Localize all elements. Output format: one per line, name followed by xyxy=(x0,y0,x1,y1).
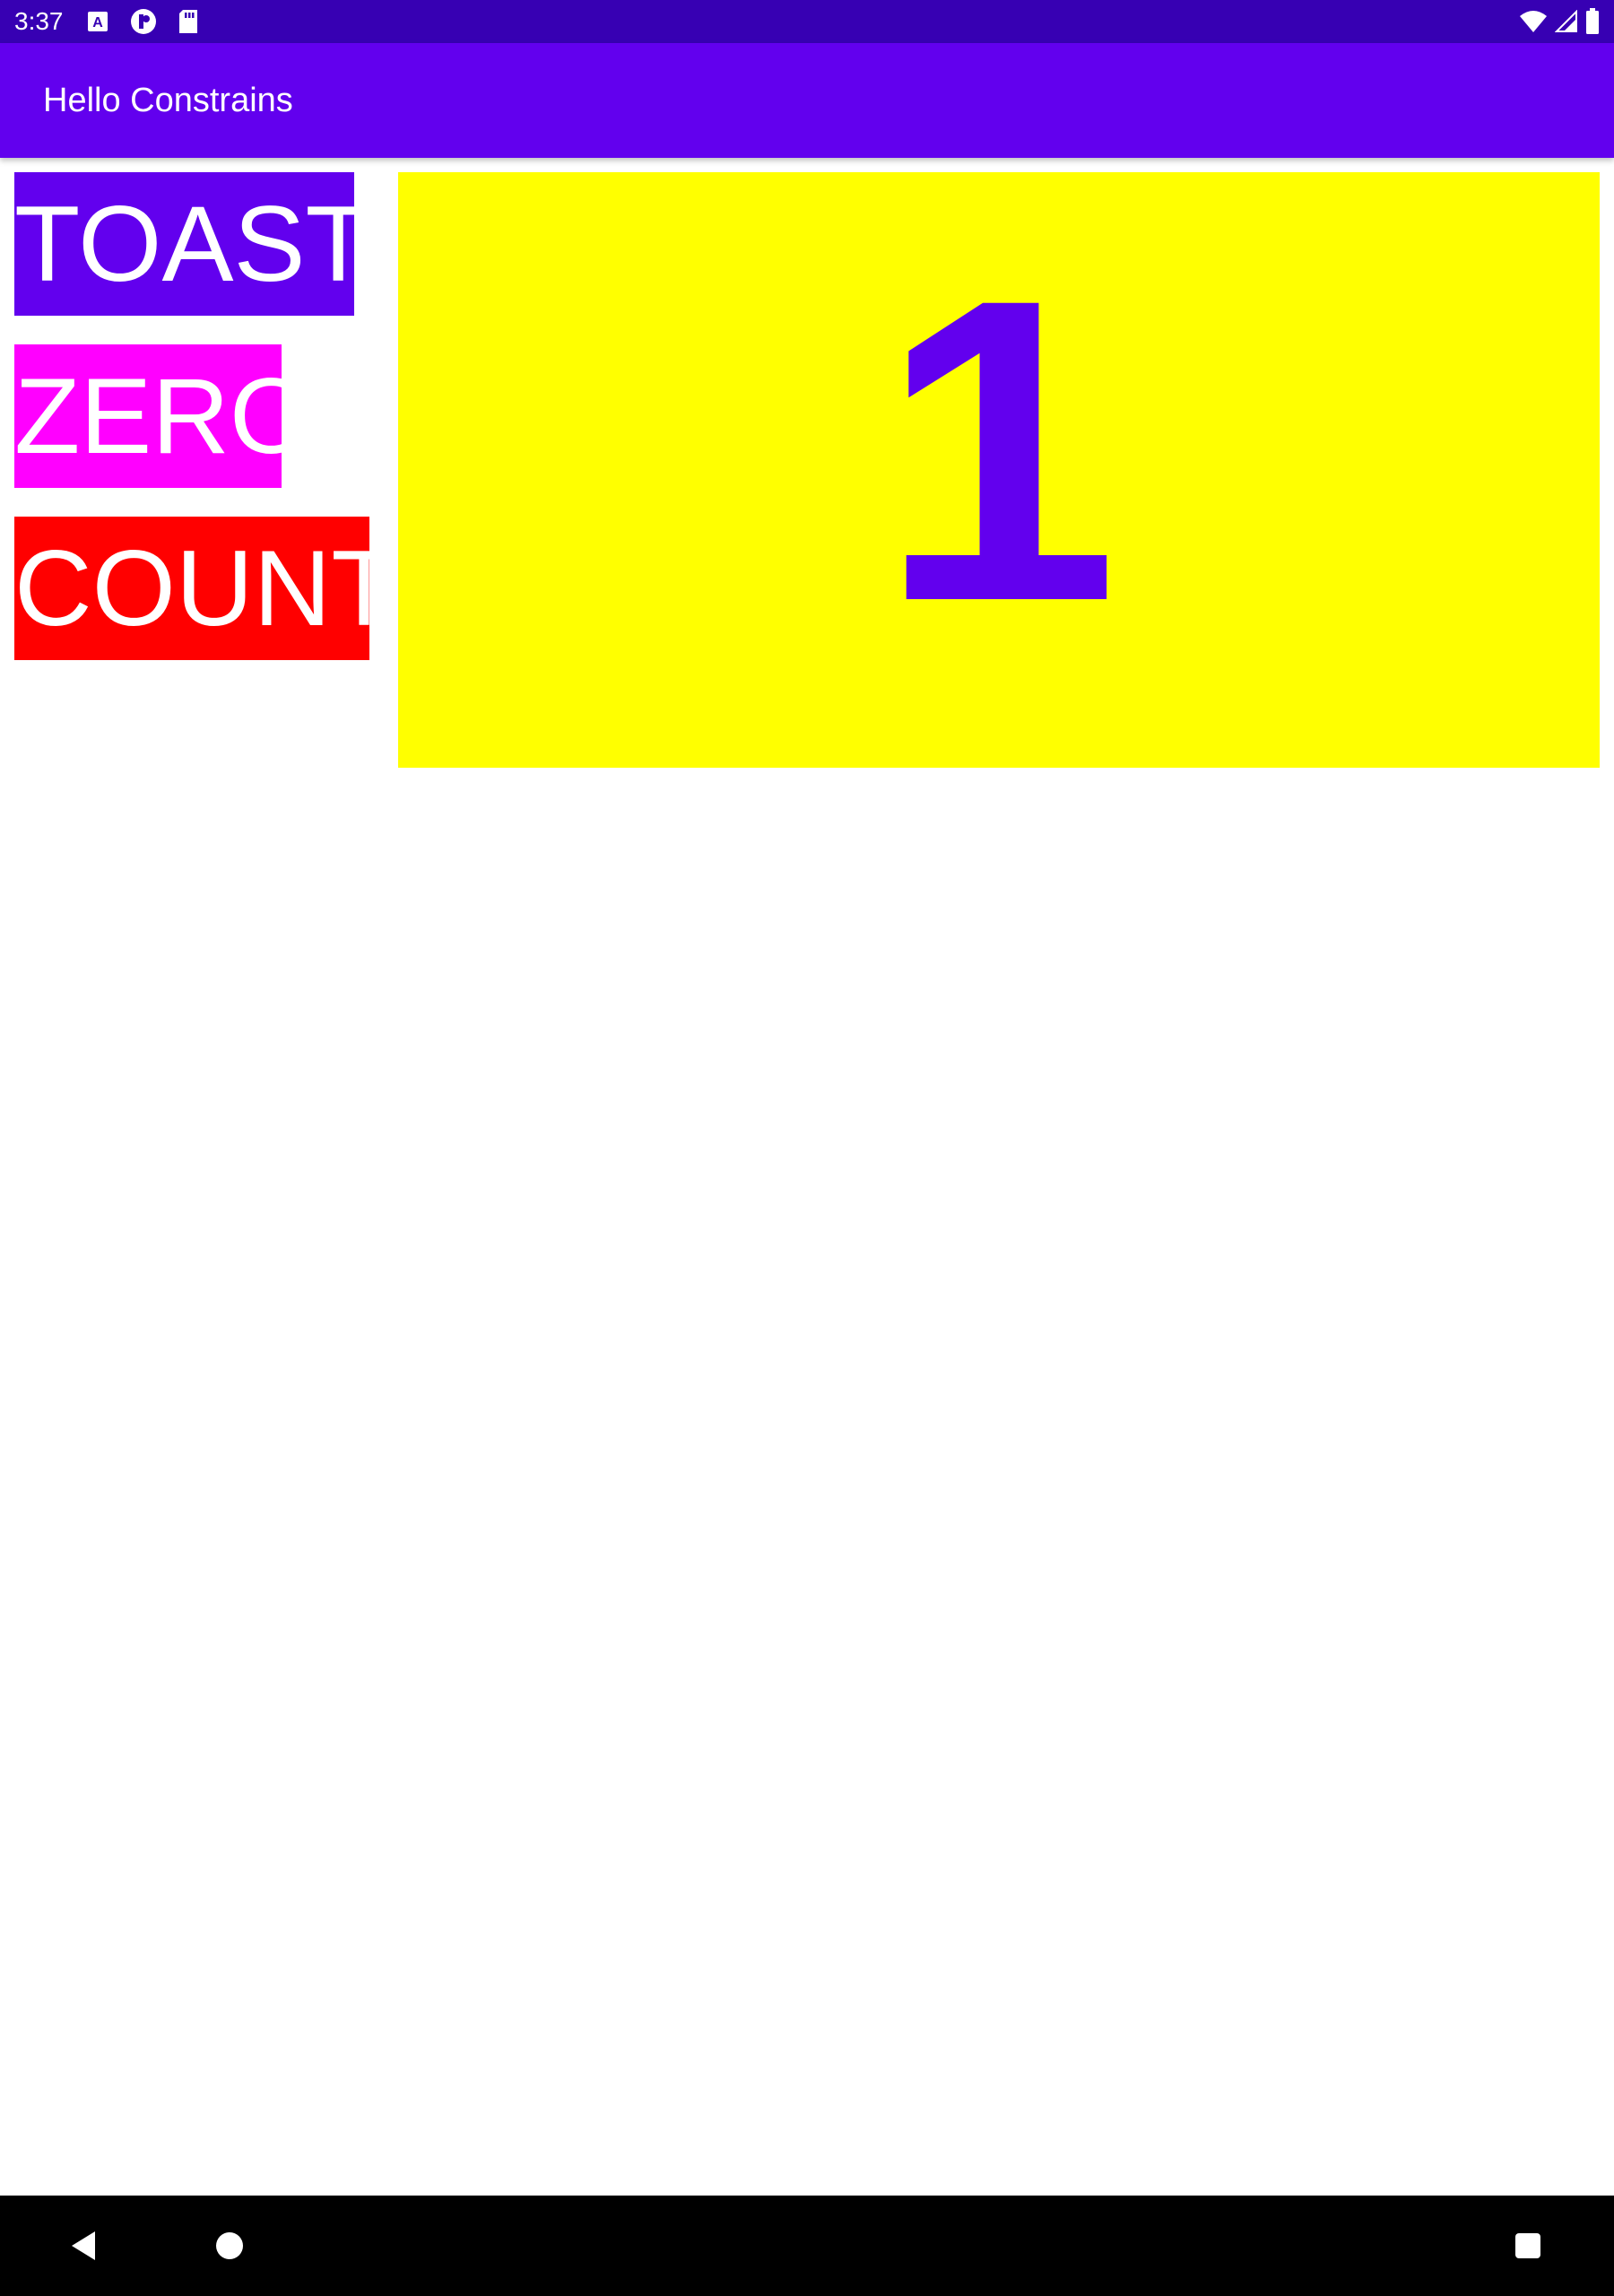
count-display: 1 xyxy=(398,172,1600,768)
app-title: Hello Constrains xyxy=(43,82,293,119)
count-value: 1 xyxy=(879,209,1119,691)
wifi-icon xyxy=(1520,11,1547,32)
status-bar: 3:37 A xyxy=(0,0,1614,43)
svg-text:A: A xyxy=(92,15,103,30)
status-icons-left: A xyxy=(86,7,199,36)
cellular-signal-icon xyxy=(1555,10,1577,32)
recents-button[interactable] xyxy=(1492,2210,1564,2282)
sd-card-icon xyxy=(179,10,197,33)
back-button[interactable] xyxy=(48,2210,120,2282)
a-keyboard-icon: A xyxy=(88,12,108,31)
navigation-bar xyxy=(0,2196,1614,2296)
battery-icon xyxy=(1586,8,1599,34)
notification-app-icon xyxy=(131,9,156,34)
status-time: 3:37 xyxy=(14,7,64,35)
home-icon xyxy=(216,2232,243,2259)
toast-button[interactable]: TOAST xyxy=(14,172,354,316)
count-button[interactable]: COUNT xyxy=(14,517,369,660)
recents-icon xyxy=(1515,2233,1540,2258)
app-bar: Hello Constrains xyxy=(0,43,1614,158)
home-button[interactable] xyxy=(194,2210,265,2282)
zero-button[interactable]: ZERO xyxy=(14,344,282,488)
status-icons-right xyxy=(1519,7,1600,36)
back-icon xyxy=(72,2231,95,2260)
